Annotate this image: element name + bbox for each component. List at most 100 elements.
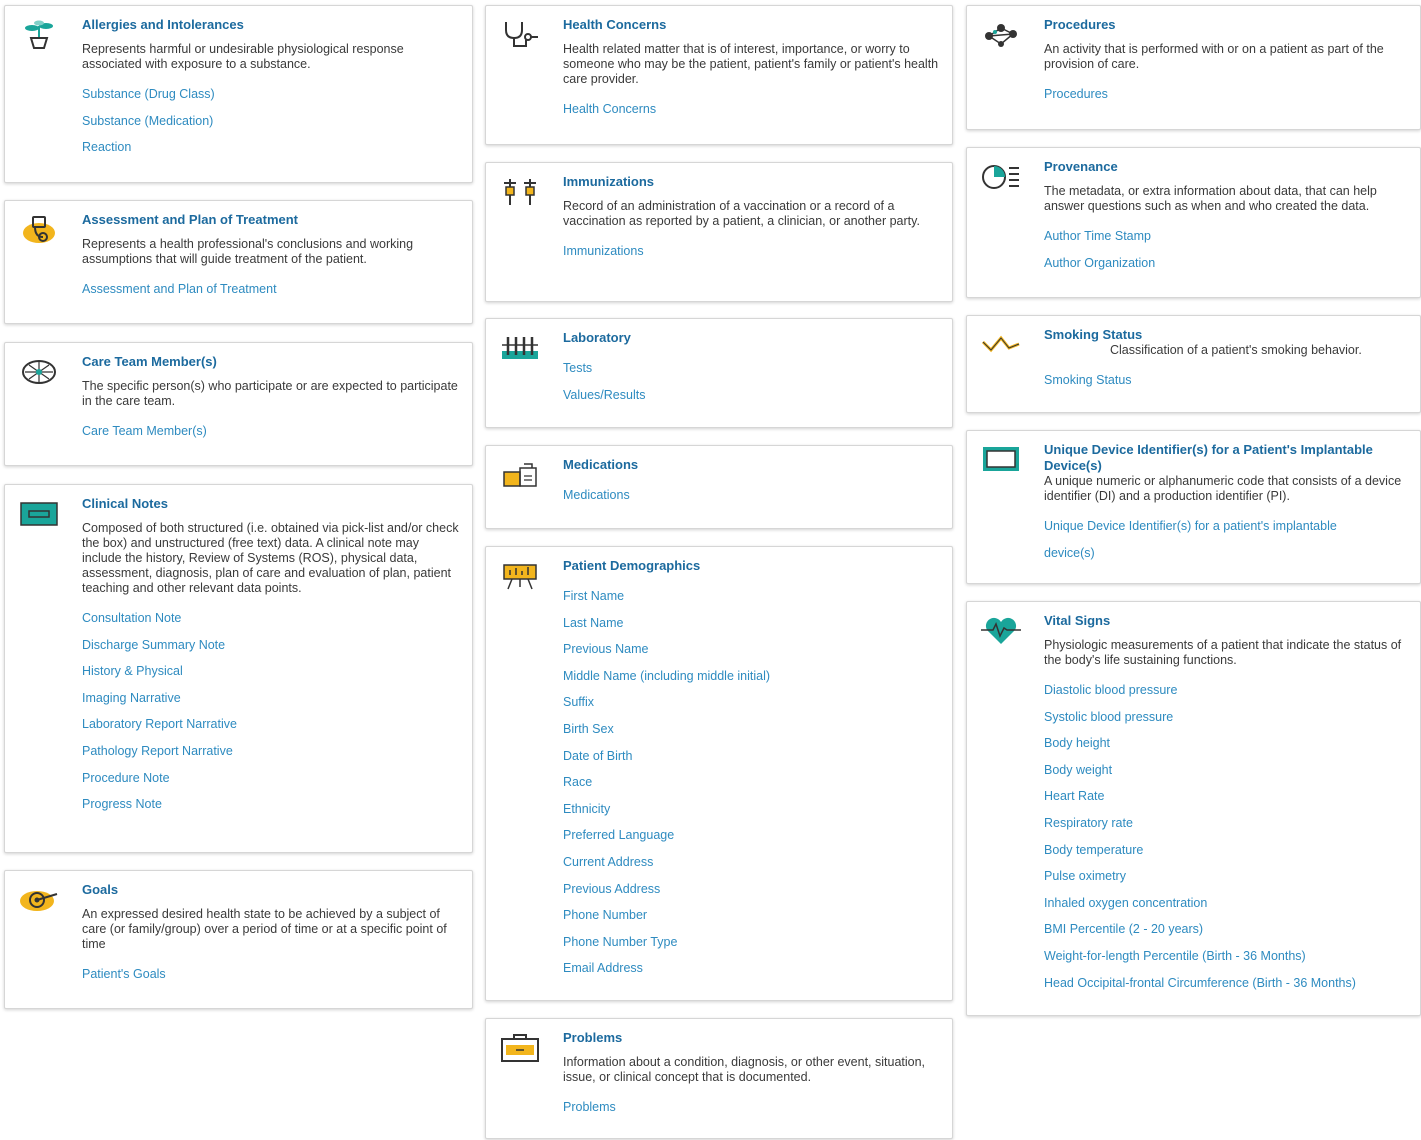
card-udi: Unique Device Identifier(s) for a Patien… bbox=[966, 430, 1421, 584]
card-link[interactable]: Weight-for-length Percentile (Birth - 36… bbox=[1044, 943, 1410, 970]
card-link[interactable]: History & Physical bbox=[82, 658, 462, 685]
card-title: Health Concerns bbox=[563, 17, 667, 32]
card-link[interactable]: Medications bbox=[563, 482, 942, 509]
card-link[interactable]: Previous Name bbox=[563, 636, 942, 663]
card-link[interactable]: Assessment and Plan of Treatment bbox=[82, 276, 462, 303]
card-smoking: Smoking Status Classification of a patie… bbox=[966, 315, 1421, 413]
syringe-icon bbox=[498, 175, 542, 209]
pill-bottle-icon bbox=[498, 458, 542, 492]
card-link[interactable]: Previous Address bbox=[563, 876, 942, 903]
card-link[interactable]: Care Team Member(s) bbox=[82, 418, 462, 445]
brain-network-icon bbox=[17, 355, 61, 389]
card-links: Smoking Status bbox=[1044, 367, 1410, 394]
card-link[interactable]: Birth Sex bbox=[563, 716, 942, 743]
card-care-team: Care Team Member(s) The specific person(… bbox=[4, 342, 473, 466]
card-title: Procedures bbox=[1044, 17, 1116, 32]
card-link[interactable]: Procedures bbox=[1044, 81, 1410, 108]
card-link[interactable]: Health Concerns bbox=[563, 96, 942, 123]
card-description: Represents harmful or undesirable physio… bbox=[82, 42, 404, 71]
card-links: Unique Device Identifier(s) for a patien… bbox=[1044, 513, 1410, 566]
card-title: Problems bbox=[563, 1030, 623, 1045]
pie-chart-list-icon bbox=[979, 160, 1023, 194]
card-link[interactable]: Inhaled oxygen concentration bbox=[1044, 890, 1410, 917]
card-link[interactable]: Date of Birth bbox=[563, 743, 942, 770]
card-link[interactable]: First Name bbox=[563, 583, 942, 610]
card-link[interactable]: Procedure Note bbox=[82, 765, 462, 792]
card-link[interactable]: Phone Number Type bbox=[563, 929, 942, 956]
card-link[interactable]: Diastolic blood pressure bbox=[1044, 677, 1410, 704]
card-laboratory: Laboratory Tests Values/Results bbox=[485, 318, 953, 428]
card-link[interactable]: BMI Percentile (2 - 20 years) bbox=[1044, 916, 1410, 943]
card-links: Assessment and Plan of Treatment bbox=[82, 276, 462, 303]
card-allergies: Allergies and Intolerances Represents ha… bbox=[4, 5, 473, 183]
card-description: Classification of a patient's smoking be… bbox=[1110, 343, 1362, 357]
card-link[interactable]: Unique Device Identifier(s) for a patien… bbox=[1044, 513, 1410, 540]
card-link[interactable]: Preferred Language bbox=[563, 822, 942, 849]
card-link[interactable]: Suffix bbox=[563, 689, 942, 716]
card-immunizations: Immunizations Record of an administratio… bbox=[485, 162, 953, 302]
card-links: Health Concerns bbox=[563, 96, 942, 123]
card-link[interactable]: Current Address bbox=[563, 849, 942, 876]
card-link[interactable]: Last Name bbox=[563, 610, 942, 637]
card-link[interactable]: Email Address bbox=[563, 955, 942, 982]
card-link[interactable]: Body height bbox=[1044, 730, 1410, 757]
card-link[interactable]: Author Time Stamp bbox=[1044, 223, 1410, 250]
card-clinical-notes: Clinical Notes Composed of both structur… bbox=[4, 484, 473, 853]
card-link[interactable]: Immunizations bbox=[563, 238, 942, 265]
card-link[interactable]: Body weight bbox=[1044, 757, 1410, 784]
card-title: Patient Demographics bbox=[563, 558, 701, 573]
network-nodes-icon bbox=[979, 18, 1023, 52]
card-link[interactable]: Substance (Medication) bbox=[82, 108, 462, 135]
card-links: Author Time Stamp Author Organization bbox=[1044, 223, 1410, 276]
card-link[interactable]: Substance (Drug Class) bbox=[82, 81, 462, 108]
card-links: Consultation Note Discharge Summary Note H… bbox=[82, 605, 462, 818]
card-link[interactable]: Problems bbox=[563, 1094, 942, 1121]
card-link[interactable]: Patient's Goals bbox=[82, 961, 462, 988]
card-link[interactable]: Phone Number bbox=[563, 902, 942, 929]
card-description: The metadata, or extra information about… bbox=[1044, 184, 1377, 213]
card-description: Represents a health professional's concl… bbox=[82, 237, 414, 266]
card-title: Vital Signs bbox=[1044, 613, 1111, 628]
card-link[interactable]: Head Occipital-frontal Circumference (Bi… bbox=[1044, 970, 1410, 997]
card-link[interactable]: Ethnicity bbox=[563, 796, 942, 823]
card-link[interactable]: Discharge Summary Note bbox=[82, 632, 462, 659]
card-link[interactable]: Body temperature bbox=[1044, 837, 1410, 864]
card-vitals: Vital Signs Physiologic measurements of … bbox=[966, 601, 1421, 1016]
test-tubes-icon bbox=[498, 331, 542, 365]
card-description: Health related matter that is of interes… bbox=[563, 42, 939, 86]
card-link[interactable]: Author Organization bbox=[1044, 250, 1410, 277]
card-link[interactable]: Progress Note bbox=[82, 791, 462, 818]
card-problems: Problems Information about a condition, … bbox=[485, 1018, 953, 1139]
card-links: Tests Values/Results bbox=[563, 355, 942, 408]
card-link[interactable]: Race bbox=[563, 769, 942, 796]
briefcase-icon bbox=[498, 1031, 542, 1065]
card-link[interactable]: Systolic blood pressure bbox=[1044, 704, 1410, 731]
card-link[interactable]: Middle Name (including middle initial) bbox=[563, 663, 942, 690]
card-title: Laboratory bbox=[563, 330, 631, 345]
card-link[interactable]: Pulse oximetry bbox=[1044, 863, 1410, 890]
card-description: Record of an administration of a vaccina… bbox=[563, 199, 920, 228]
card-links: Medications bbox=[563, 482, 942, 509]
card-link[interactable]: Consultation Note bbox=[82, 605, 462, 632]
card-description: An activity that is performed with or on… bbox=[1044, 42, 1384, 71]
card-link[interactable]: Imaging Narrative bbox=[82, 685, 462, 712]
card-link[interactable]: Laboratory Report Narrative bbox=[82, 711, 462, 738]
card-link[interactable]: Pathology Report Narrative bbox=[82, 738, 462, 765]
card-provenance: Provenance The metadata, or extra inform… bbox=[966, 147, 1421, 298]
card-title: Goals bbox=[82, 882, 119, 897]
card-link[interactable]: Heart Rate bbox=[1044, 783, 1410, 810]
card-title: Smoking Status bbox=[1044, 327, 1143, 342]
card-description: Composed of both structured (i.e. obtain… bbox=[82, 521, 459, 595]
stethoscope-icon bbox=[498, 18, 542, 52]
card-medications: Medications Medications bbox=[485, 445, 953, 529]
card-link[interactable]: Smoking Status bbox=[1044, 367, 1410, 394]
card-link[interactable]: device(s) bbox=[1044, 540, 1410, 567]
card-title: Care Team Member(s) bbox=[82, 354, 217, 369]
card-link[interactable]: Tests bbox=[563, 355, 942, 382]
id-card-icon bbox=[17, 497, 61, 531]
target-icon bbox=[17, 883, 61, 917]
card-link[interactable]: Values/Results bbox=[563, 382, 942, 409]
easel-chart-icon bbox=[498, 559, 542, 593]
card-link[interactable]: Respiratory rate bbox=[1044, 810, 1410, 837]
card-link[interactable]: Reaction bbox=[82, 134, 462, 161]
